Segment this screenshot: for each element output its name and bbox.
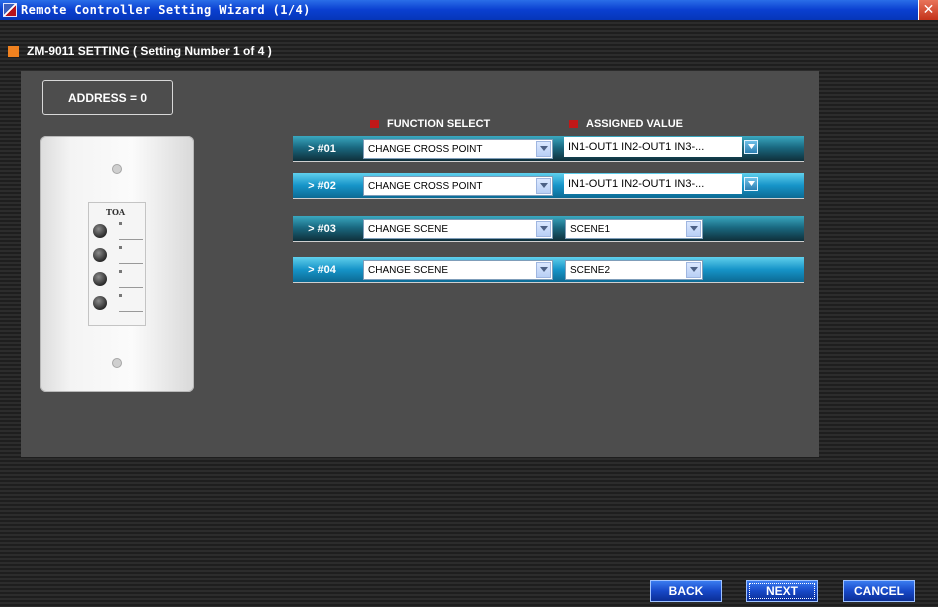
square-marker-icon bbox=[8, 45, 19, 57]
device-divider bbox=[119, 239, 143, 240]
cancel-button[interactable]: CANCEL bbox=[843, 580, 915, 602]
assigned-value-01[interactable]: IN1-OUT1 IN2-OUT1 IN3-... bbox=[564, 137, 742, 157]
red-marker-icon bbox=[370, 120, 379, 128]
zm-9011-device-image: TOA bbox=[40, 136, 194, 392]
screw-icon bbox=[112, 358, 122, 368]
assigned-value-02[interactable]: IN1-OUT1 IN2-OUT1 IN3-... bbox=[564, 174, 742, 194]
device-button-icon bbox=[93, 296, 107, 310]
device-led-icon bbox=[119, 294, 122, 297]
assigned-dropdown-icon[interactable] bbox=[744, 140, 758, 154]
chevron-down-icon[interactable] bbox=[536, 262, 551, 278]
setting-row-03: > #03 CHANGE SCENE SCENE1 bbox=[293, 216, 804, 242]
app-icon bbox=[3, 3, 17, 17]
device-button-icon bbox=[93, 248, 107, 262]
device-led-icon bbox=[119, 246, 122, 249]
toa-logo: TOA bbox=[106, 207, 126, 217]
function-select-header: FUNCTION SELECT bbox=[370, 118, 490, 130]
assigned-value-header: ASSIGNED VALUE bbox=[569, 118, 683, 130]
device-faceplate: TOA bbox=[88, 202, 146, 326]
assigned-value-label: ASSIGNED VALUE bbox=[586, 118, 683, 130]
chevron-down-icon[interactable] bbox=[536, 141, 551, 157]
function-select-label: FUNCTION SELECT bbox=[387, 118, 491, 130]
chevron-down-icon[interactable] bbox=[686, 262, 701, 278]
setting-row-04: > #04 CHANGE SCENE SCENE2 bbox=[293, 257, 804, 283]
chevron-down-icon[interactable] bbox=[686, 221, 701, 237]
setting-number-title: ZM-9011 SETTING ( Setting Number 1 of 4 … bbox=[27, 44, 272, 58]
setting-row-01: > #01 CHANGE CROSS POINT IN1-OUT1 IN2-OU… bbox=[293, 136, 804, 162]
device-divider bbox=[119, 311, 143, 312]
device-button-icon bbox=[93, 224, 107, 238]
settings-panel: ADDRESS = 0 TOA FUNCTION SELECT ASSIGNED… bbox=[21, 71, 819, 457]
address-display: ADDRESS = 0 bbox=[42, 80, 173, 115]
section-header: ZM-9011 SETTING ( Setting Number 1 of 4 … bbox=[0, 40, 938, 62]
function-select-01[interactable]: CHANGE CROSS POINT bbox=[363, 139, 553, 159]
screw-icon bbox=[112, 164, 122, 174]
next-button[interactable]: NEXT bbox=[746, 580, 818, 602]
close-button[interactable]: ✕ bbox=[918, 0, 938, 20]
assigned-select-04[interactable]: SCENE2 bbox=[565, 260, 703, 280]
red-marker-icon bbox=[569, 120, 578, 128]
assigned-dropdown-icon[interactable] bbox=[744, 177, 758, 191]
window-title: Remote Controller Setting Wizard (1/4) bbox=[21, 3, 311, 17]
function-select-02[interactable]: CHANGE CROSS POINT bbox=[363, 176, 553, 196]
assigned-value: SCENE1 bbox=[570, 223, 611, 235]
setting-row-02: > #02 CHANGE CROSS POINT IN1-OUT1 IN2-OU… bbox=[293, 173, 804, 199]
row-label: > #03 bbox=[308, 222, 336, 235]
function-value: CHANGE CROSS POINT bbox=[368, 143, 483, 155]
device-button-icon bbox=[93, 272, 107, 286]
function-select-03[interactable]: CHANGE SCENE bbox=[363, 219, 553, 239]
device-led-icon bbox=[119, 222, 122, 225]
function-value: CHANGE CROSS POINT bbox=[368, 180, 483, 192]
device-led-icon bbox=[119, 270, 122, 273]
chevron-down-icon[interactable] bbox=[536, 221, 551, 237]
function-select-04[interactable]: CHANGE SCENE bbox=[363, 260, 553, 280]
function-value: CHANGE SCENE bbox=[368, 223, 449, 235]
device-divider bbox=[119, 263, 143, 264]
assigned-select-03[interactable]: SCENE1 bbox=[565, 219, 703, 239]
assigned-value: SCENE2 bbox=[570, 264, 611, 276]
row-label: > #04 bbox=[308, 263, 336, 276]
chevron-down-icon[interactable] bbox=[536, 178, 551, 194]
row-label: > #02 bbox=[308, 179, 336, 192]
row-label: > #01 bbox=[308, 142, 336, 155]
back-button[interactable]: BACK bbox=[650, 580, 722, 602]
close-icon: ✕ bbox=[922, 2, 935, 18]
device-divider bbox=[119, 287, 143, 288]
function-value: CHANGE SCENE bbox=[368, 264, 449, 276]
title-bar: Remote Controller Setting Wizard (1/4) ✕ bbox=[0, 0, 938, 20]
